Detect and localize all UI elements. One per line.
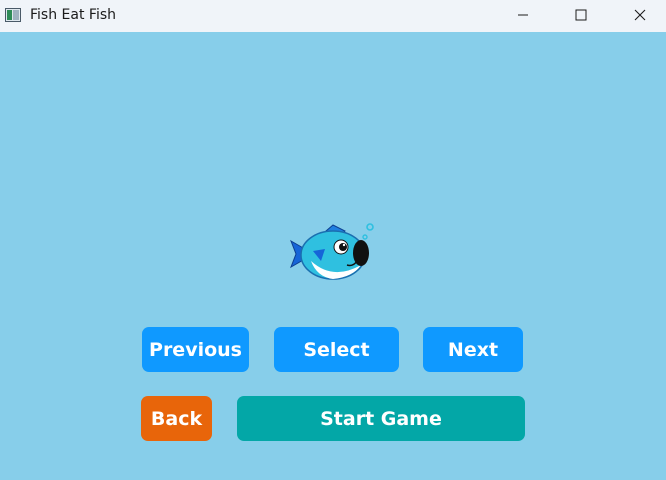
start-game-button[interactable]: Start Game <box>237 396 525 441</box>
next-button[interactable]: Next <box>423 327 523 372</box>
maximize-icon <box>575 9 587 21</box>
window-title: Fish Eat Fish <box>30 7 116 23</box>
app-icon <box>5 8 21 22</box>
close-button[interactable] <box>617 0 663 30</box>
minimize-icon <box>518 14 528 16</box>
game-window: Fish Eat Fish Previous Select Next Back … <box>0 0 666 480</box>
title-bar: Fish Eat Fish <box>0 0 666 32</box>
back-button[interactable]: Back <box>141 396 212 441</box>
maximize-button[interactable] <box>558 0 604 30</box>
minimize-button[interactable] <box>500 0 546 30</box>
close-icon <box>634 9 646 21</box>
fish-icon <box>290 223 374 280</box>
previous-button[interactable]: Previous <box>142 327 249 372</box>
select-button[interactable]: Select <box>274 327 399 372</box>
